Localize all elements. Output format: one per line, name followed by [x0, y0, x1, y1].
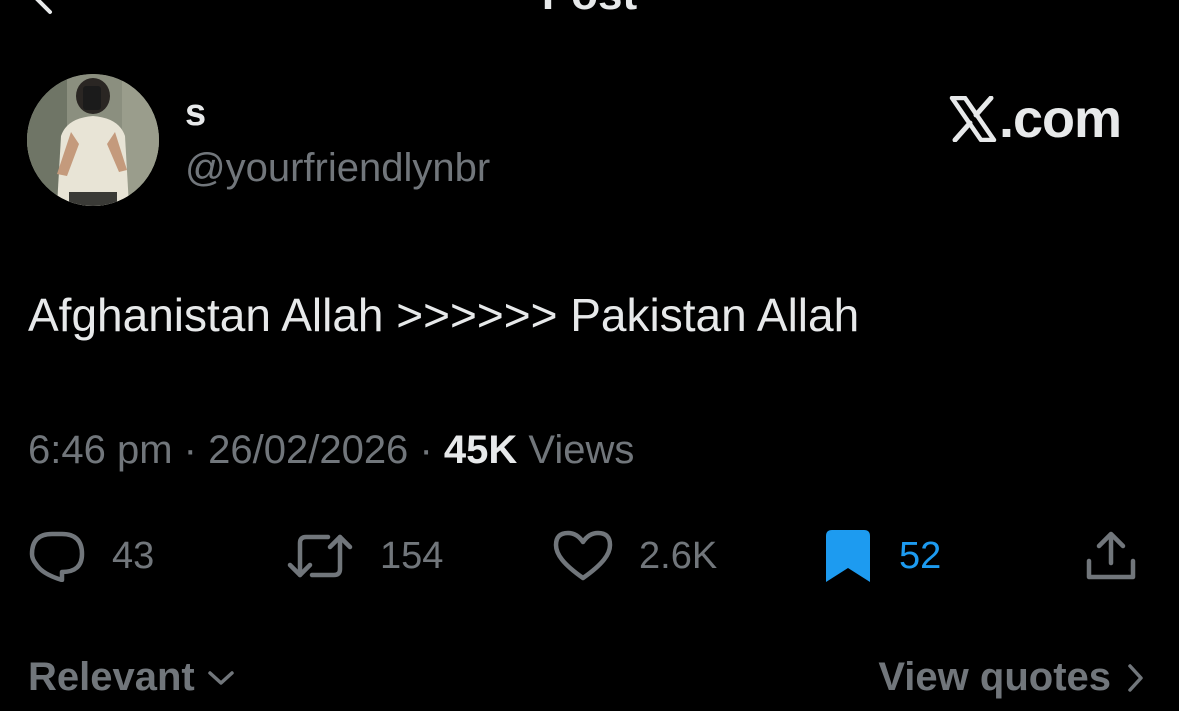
- reply-button[interactable]: 43: [28, 526, 154, 586]
- page-title: Post: [0, 0, 1179, 20]
- bookmark-icon: [826, 530, 870, 582]
- reply-count: 43: [112, 534, 155, 577]
- view-quotes-label: View quotes: [878, 655, 1111, 699]
- post-meta: 6:46 pm · 26/02/2026 · 45K Views: [28, 428, 634, 473]
- post-date[interactable]: 26/02/2026: [208, 428, 408, 472]
- repost-count: 154: [380, 534, 444, 577]
- like-count: 2.6K: [639, 534, 718, 577]
- avatar[interactable]: [27, 74, 159, 206]
- post-time[interactable]: 6:46 pm: [28, 428, 173, 472]
- author-handle[interactable]: @yourfriendlynbr: [185, 146, 490, 191]
- sort-dropdown[interactable]: Relevant: [28, 655, 235, 700]
- like-button[interactable]: 2.6K: [553, 526, 717, 586]
- meta-separator: ·: [419, 428, 433, 472]
- heart-icon: [553, 530, 613, 581]
- repost-button[interactable]: 154: [286, 526, 443, 586]
- bookmark-count: 52: [899, 534, 942, 577]
- x-logo-icon: [949, 96, 997, 142]
- bookmark-button[interactable]: 52: [823, 526, 941, 586]
- repost-icon: [287, 534, 353, 578]
- post-text: Afghanistan Allah >>>>>> Pakistan Allah: [28, 289, 860, 341]
- share-button[interactable]: [1084, 526, 1138, 586]
- views-label: Views: [528, 428, 635, 472]
- meta-separator: ·: [183, 428, 197, 472]
- views-count: 45K: [443, 428, 518, 472]
- brand-watermark: .com: [949, 88, 1122, 150]
- brand-label: .com: [998, 89, 1122, 149]
- author-display-name[interactable]: s: [185, 92, 206, 135]
- reply-icon: [29, 531, 85, 582]
- chevron-right-icon: [1128, 663, 1143, 692]
- chevron-down-icon: [208, 670, 234, 685]
- share-icon: [1086, 531, 1136, 580]
- view-quotes-link[interactable]: View quotes: [878, 655, 1145, 700]
- sort-label: Relevant: [28, 655, 195, 699]
